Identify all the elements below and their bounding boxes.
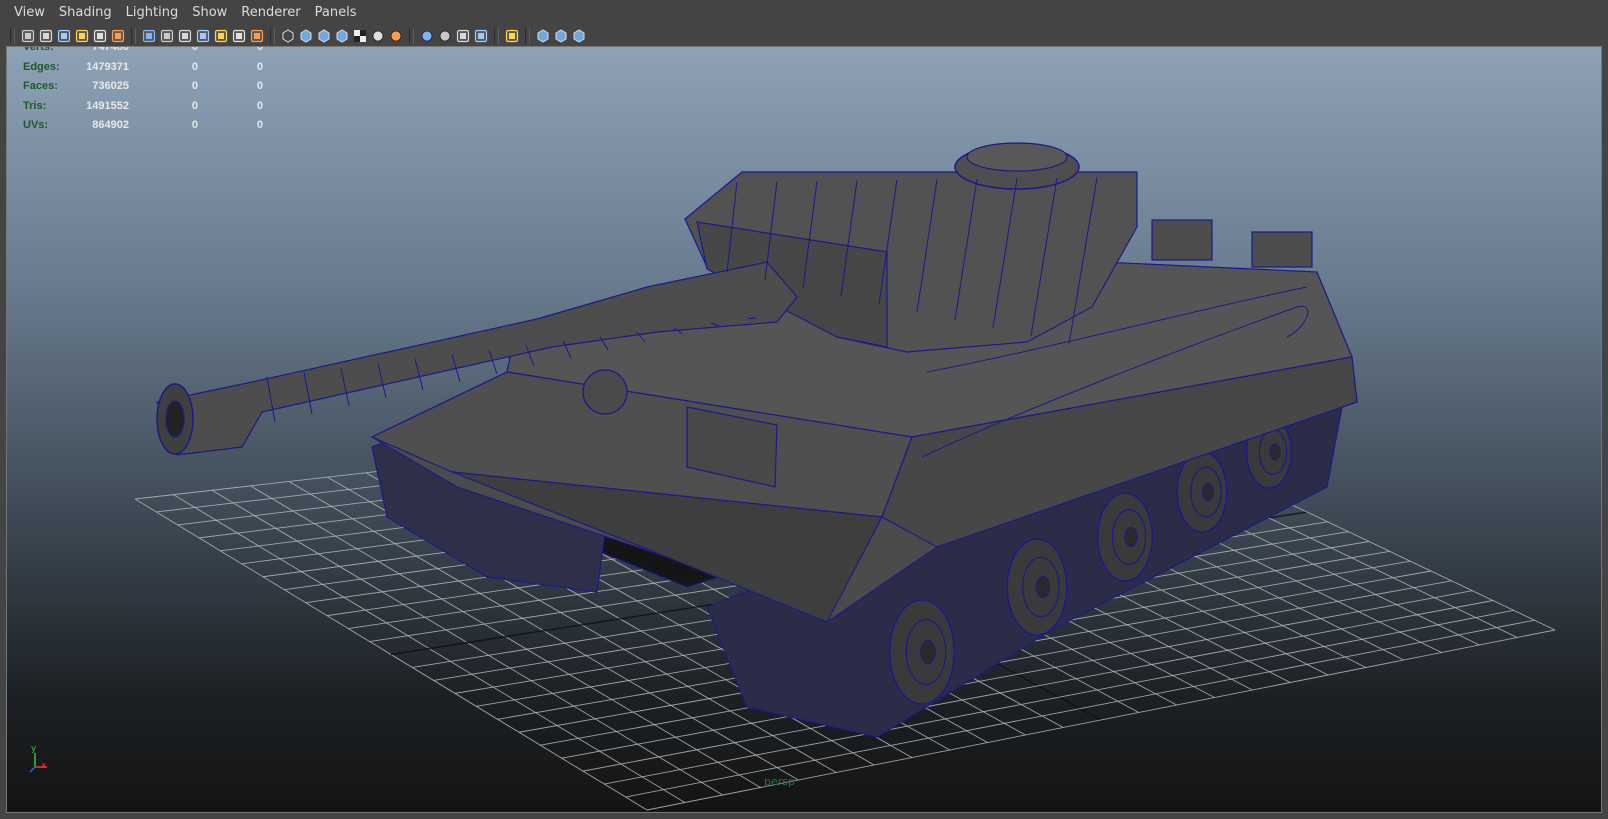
toolbar-separator [270,28,275,44]
toolbar-separator [525,28,530,44]
barrel-segment [747,317,757,319]
road-wheel-hub [1035,575,1051,599]
all-lights-icon[interactable] [388,28,404,44]
toolbar-separator [131,28,136,44]
scene-canvas[interactable] [7,47,1602,813]
hq-render-icon[interactable] [455,28,471,44]
panel-toolbar [0,26,1608,46]
axis-gizmo-icon [29,753,47,773]
bookmark-icon[interactable] [38,28,54,44]
perspective-viewport[interactable]: Verts: 747480 0 0 Edges: 1479371 0 0 Faces: 73602… [6,46,1602,813]
xray-components-icon[interactable] [571,28,587,44]
machine-gun-ball [582,369,628,415]
shadows-icon[interactable] [419,28,435,44]
panel-menu-bar: View Shading Lighting Show Renderer Pane… [0,0,1608,26]
wireframe-on-shaded-icon[interactable] [316,28,332,44]
maya-viewport-window: View Shading Lighting Show Renderer Pane… [0,0,1608,819]
field-chart-icon[interactable] [213,28,229,44]
menu-view[interactable]: View [0,0,52,26]
menu-lighting[interactable]: Lighting [119,0,186,26]
ambient-occlusion-icon[interactable] [437,28,453,44]
xray-icon[interactable] [535,28,551,44]
paint-icon[interactable] [110,28,126,44]
hud-stat-component: 0 [256,60,263,73]
default-light-icon[interactable] [370,28,386,44]
menu-shading[interactable]: Shading [52,0,119,26]
menu-renderer[interactable]: Renderer [234,0,307,26]
road-wheel-hub [1269,443,1281,461]
2d-pan-zoom-icon[interactable] [74,28,90,44]
camera-name-label: persp [764,775,795,788]
axis-y-label: y [31,744,37,754]
cupola-top [966,142,1068,172]
tank-model [156,142,1358,738]
road-wheel-hub [1201,482,1215,502]
hud-stat-component: 0 [256,99,263,112]
axis-x-label: x [41,761,47,771]
safe-action-icon[interactable] [231,28,247,44]
muzzle-bore [165,400,185,438]
checker-icon[interactable] [352,28,368,44]
resolution-gate-icon[interactable] [177,28,193,44]
grease-pencil-icon[interactable] [92,28,108,44]
textured-icon[interactable] [334,28,350,44]
wireframe-icon[interactable] [280,28,296,44]
hud-stat-component: 0 [256,46,263,53]
smooth-shade-icon[interactable] [298,28,314,44]
toolbar-separator [10,28,15,44]
engine-vent [1251,231,1313,268]
hud-stat-component: 0 [256,80,263,92]
road-wheel-hub [1124,526,1138,548]
hud-stat-component: 0 [256,119,263,131]
motion-blur-icon[interactable] [473,28,489,44]
camera-attributes-icon[interactable] [20,28,36,44]
isolate-select-icon[interactable] [504,28,520,44]
menu-show[interactable]: Show [185,0,234,26]
road-wheel-hub [920,640,936,664]
toolbar-separator [409,28,414,44]
grid-icon[interactable] [141,28,157,44]
xray-joints-icon[interactable] [553,28,569,44]
engine-vent [1151,219,1213,261]
gate-mask-icon[interactable] [195,28,211,44]
menu-panels[interactable]: Panels [308,0,364,26]
film-gate-icon[interactable] [159,28,175,44]
safe-title-icon[interactable] [249,28,265,44]
image-plane-icon[interactable] [56,28,72,44]
toolbar-separator [494,28,499,44]
